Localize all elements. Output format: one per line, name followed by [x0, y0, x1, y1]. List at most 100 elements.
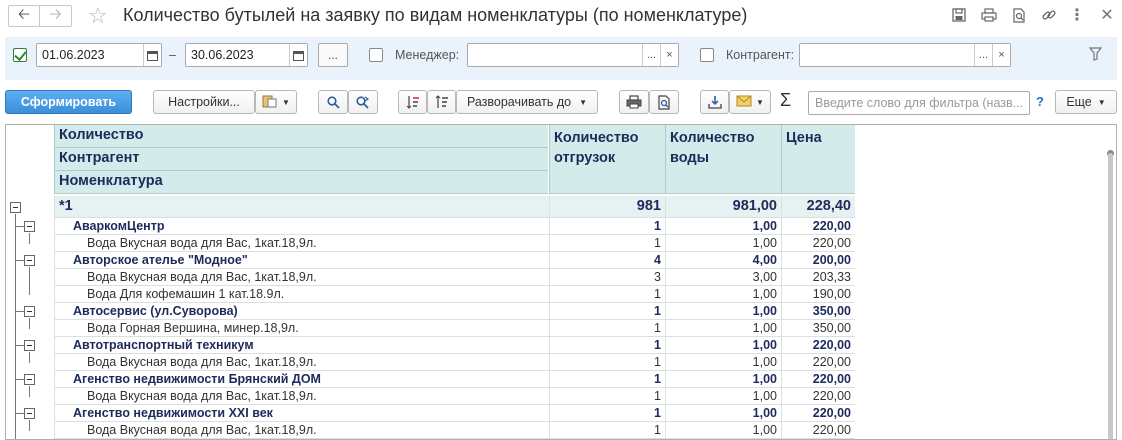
- water-cell: 1,00: [665, 422, 781, 439]
- counterparty-name: АваркомЦентр: [54, 218, 549, 235]
- item-row: Вода Вкусная вода для Вас, 1кат.18,9л. 1 1…: [54, 235, 855, 252]
- group-row: Авторское ателье "Модное" 4 4,00 200,00: [54, 252, 855, 269]
- price-cell: 220,00: [781, 388, 855, 405]
- calendar-icon[interactable]: [289, 44, 307, 66]
- shipments-cell: 1: [549, 422, 665, 439]
- preview-icon[interactable]: [649, 90, 679, 114]
- nomenclature-name: Вода Горная Вершина, минер.18,9л.: [54, 320, 549, 337]
- collapse-toggle-icon[interactable]: [10, 202, 21, 213]
- water-cell: 1,00: [665, 235, 781, 252]
- item-row: Вода Вкусная вода для Вас, 1кат.18,9л. 1 1…: [54, 354, 855, 371]
- generate-button[interactable]: Сформировать: [5, 90, 132, 114]
- more-menu-button[interactable]: Еще ▼: [1055, 90, 1117, 114]
- item-row: Вода Вкусная вода для Вас, 1кат.18,9л. 1 1…: [54, 388, 855, 405]
- counterparty-clear-icon[interactable]: ×: [992, 44, 1010, 66]
- collapse-toggle-icon[interactable]: [24, 255, 35, 266]
- tree-line: [15, 214, 16, 439]
- sigma-icon[interactable]: Σ: [780, 90, 791, 111]
- price-cell: 203,33: [781, 269, 855, 286]
- nomenclature-name: Вода Вкусная вода для Вас, 1кат.18,9л.: [54, 269, 549, 286]
- collapse-toggle-icon[interactable]: [24, 374, 35, 385]
- counterparty-name: Автотранспортный техникум: [54, 337, 549, 354]
- nomenclature-name: Вода Для кофемашин 1 кат.18.9л.: [54, 286, 549, 303]
- sort-asc-icon[interactable]: [398, 90, 427, 114]
- close-icon[interactable]: ✕: [1098, 6, 1116, 24]
- tree-line: [29, 386, 30, 397]
- save-icon[interactable]: [950, 6, 968, 24]
- vertical-scrollbar[interactable]: [1106, 145, 1116, 439]
- nomenclature-name: Вода Вкусная вода для Вас, 1кат.18,9л.: [54, 235, 549, 252]
- manager-label: Менеджер:: [395, 48, 460, 62]
- shipments-cell: 1: [549, 303, 665, 320]
- date-to-field[interactable]: 30.06.2023: [185, 43, 308, 67]
- scrollbar-thumb[interactable]: [1108, 153, 1113, 439]
- shipments-cell: 4: [549, 252, 665, 269]
- export-icon[interactable]: [700, 90, 729, 114]
- row-header-counterparty: Контрагент: [54, 148, 548, 171]
- collapse-toggle-icon[interactable]: [24, 306, 35, 317]
- print-icon[interactable]: [619, 90, 649, 114]
- link-icon[interactable]: [1040, 6, 1058, 24]
- favorite-star-icon[interactable]: ☆: [88, 3, 108, 29]
- chevron-down-icon: ▼: [579, 97, 588, 107]
- price-cell: 350,00: [781, 320, 855, 337]
- counterparty-field[interactable]: ... ×: [799, 43, 1011, 67]
- tree-line: [29, 267, 30, 295]
- print-icon[interactable]: [980, 6, 998, 24]
- expand-to-dropdown[interactable]: Разворачивать до ▼: [456, 90, 598, 114]
- clipboard-icon: [262, 94, 278, 111]
- filter-funnel-icon[interactable]: [1088, 47, 1103, 64]
- tree-line: [29, 318, 30, 329]
- manager-checkbox[interactable]: [369, 48, 383, 62]
- manager-select-button[interactable]: ...: [642, 44, 660, 66]
- manager-field[interactable]: ... ×: [467, 43, 679, 67]
- item-row: Вода Вкусная вода для Вас, 1кат.18,9л. 1 1…: [54, 422, 855, 439]
- item-row: Вода Для кофемашин 1 кат.18.9л. 1 1,00 190,…: [54, 286, 855, 303]
- water-cell: 1,00: [665, 354, 781, 371]
- date-to-value: 30.06.2023: [191, 48, 254, 62]
- calendar-icon[interactable]: [143, 44, 161, 66]
- search-icon[interactable]: [318, 90, 348, 114]
- total-shipments: 981: [549, 196, 665, 218]
- price-cell: 350,00: [781, 303, 855, 320]
- counterparty-checkbox[interactable]: [700, 48, 714, 62]
- shipments-cell: 1: [549, 405, 665, 422]
- filter-search-input[interactable]: Введите слово для фильтра (назв...: [808, 91, 1030, 115]
- row-header-quantity: Количество: [54, 125, 548, 148]
- counterparty-name: Агенство недвижимости Брянский ДОМ: [54, 371, 549, 388]
- send-mail-dropdown[interactable]: ▼: [729, 90, 771, 114]
- search-next-icon[interactable]: [348, 90, 378, 114]
- water-cell: 1,00: [665, 303, 781, 320]
- more-vertical-icon[interactable]: ⋮: [1068, 6, 1086, 24]
- price-cell: 220,00: [781, 354, 855, 371]
- preview-icon[interactable]: [1010, 6, 1028, 24]
- shipments-cell: 1: [549, 218, 665, 235]
- shipments-cell: 1: [549, 354, 665, 371]
- help-icon[interactable]: ?: [1036, 94, 1044, 109]
- counterparty-select-button[interactable]: ...: [974, 44, 992, 66]
- forward-arrow-icon[interactable]: 🡢: [40, 5, 72, 27]
- group-row: Агенство недвижимости Брянский ДОМ 1 1,00 2…: [54, 371, 855, 388]
- manager-clear-icon[interactable]: ×: [660, 44, 678, 66]
- title-bar: 🡠 🡢 ☆ Количество бутылей на заявку по ви…: [0, 0, 1122, 34]
- price-cell: 220,00: [781, 218, 855, 235]
- sort-desc-icon[interactable]: [427, 90, 456, 114]
- group-row: АваркомЦентр 1 1,00 220,00: [54, 218, 855, 235]
- variants-dropdown[interactable]: ▼: [255, 90, 297, 114]
- shipments-cell: 1: [549, 388, 665, 405]
- collapse-toggle-icon[interactable]: [24, 408, 35, 419]
- settings-button[interactable]: Настройки...: [153, 90, 255, 114]
- counterparty-name: Автосервис (ул.Суворова): [54, 303, 549, 320]
- period-checkbox[interactable]: [13, 48, 27, 62]
- date-from-field[interactable]: 01.06.2023: [36, 43, 162, 67]
- price-cell: 220,00: [781, 422, 855, 439]
- report-spreadsheet[interactable]: Количество Контрагент Номенклатура Колич…: [5, 124, 1117, 440]
- collapse-toggle-icon[interactable]: [24, 340, 35, 351]
- tree-line: [16, 345, 24, 346]
- group-row: Агенство недвижимости XXI век 1 1,00 220,00: [54, 405, 855, 422]
- tree-line: [16, 379, 24, 380]
- collapse-toggle-icon[interactable]: [24, 221, 35, 232]
- counterparty-name: Агенство недвижимости XXI век: [54, 405, 549, 422]
- period-select-button[interactable]: ...: [318, 43, 348, 67]
- back-arrow-icon[interactable]: 🡠: [8, 5, 40, 27]
